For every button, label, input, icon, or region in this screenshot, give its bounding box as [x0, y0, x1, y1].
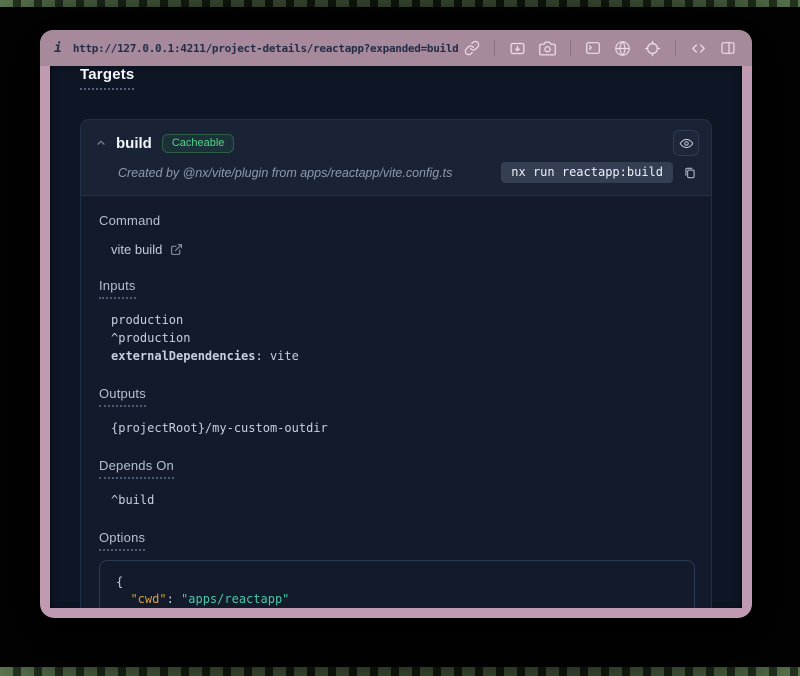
- wallpaper-edge-top: [0, 0, 800, 7]
- input-value: : vite: [256, 349, 299, 363]
- build-card-body: Command vite build Inputs production: [81, 196, 711, 608]
- browser-window: i http://127.0.0.1:4211/project-details/…: [40, 30, 752, 618]
- download-button[interactable]: [507, 38, 528, 59]
- toolbar-actions: [462, 38, 738, 59]
- options-heading: Options: [99, 530, 145, 551]
- code-button[interactable]: [688, 38, 709, 59]
- depends-on-heading: Depends On: [99, 458, 174, 479]
- project-details-page: Targets build Cacheable: [50, 66, 742, 608]
- link-icon: [464, 40, 480, 56]
- copy-command-button[interactable]: [681, 164, 699, 182]
- terminal-icon: [585, 40, 601, 56]
- eye-icon: [679, 136, 694, 151]
- input-item: production: [111, 311, 695, 329]
- crosshair-button[interactable]: [642, 38, 663, 59]
- toolbar-divider: [494, 40, 495, 56]
- options-json-block: { "cwd": "apps/reactapp" }: [99, 560, 695, 608]
- inputs-heading: Inputs: [99, 278, 136, 299]
- json-string-value: "apps/reactapp": [181, 592, 289, 606]
- copy-icon: [683, 166, 697, 180]
- inputs-section: Inputs production ^production externalDe…: [99, 277, 695, 365]
- split-view-button[interactable]: [718, 38, 738, 58]
- code-icon: [690, 40, 707, 57]
- download-icon: [509, 40, 526, 57]
- depends-on-section: Depends On ^build: [99, 457, 695, 509]
- globe-button[interactable]: [612, 38, 633, 59]
- camera-button[interactable]: [537, 38, 558, 59]
- options-section: Options { "cwd": "apps/reactapp" }: [99, 529, 695, 608]
- desktop: i http://127.0.0.1:4211/project-details/…: [0, 0, 800, 676]
- command-heading: Command: [99, 213, 160, 228]
- input-item: ^production: [111, 329, 695, 347]
- terminal-button[interactable]: [583, 38, 603, 58]
- info-icon[interactable]: i: [54, 41, 62, 56]
- wallpaper-edge-bottom: [0, 667, 800, 676]
- browser-toolbar: i http://127.0.0.1:4211/project-details/…: [40, 30, 752, 66]
- outputs-section: Outputs {projectRoot}/my-custom-outdir: [99, 385, 695, 437]
- json-key: "cwd": [130, 592, 166, 606]
- toolbar-divider: [675, 40, 676, 56]
- json-separator: :: [167, 592, 181, 606]
- nx-run-command-chip: nx run reactapp:build: [501, 162, 673, 183]
- address-bar[interactable]: http://127.0.0.1:4211/project-details/re…: [73, 42, 459, 55]
- output-item: {projectRoot}/my-custom-outdir: [111, 419, 695, 437]
- build-card-header: build Cacheable Created by @nx/vite/plug…: [81, 120, 711, 196]
- command-value: vite build: [111, 242, 162, 257]
- chevron-up-icon: [95, 137, 107, 149]
- toolbar-divider: [570, 40, 571, 56]
- external-link-icon: [170, 243, 183, 256]
- open-config-link[interactable]: [170, 243, 183, 256]
- input-key: externalDependencies: [111, 349, 256, 363]
- json-line: "cwd": "apps/reactapp": [116, 591, 678, 608]
- target-card-build: build Cacheable Created by @nx/vite/plug…: [80, 119, 712, 608]
- crosshair-icon: [644, 40, 661, 57]
- depends-on-item: ^build: [111, 491, 695, 509]
- camera-icon: [539, 40, 556, 57]
- targets-heading: Targets: [80, 66, 134, 90]
- outputs-heading: Outputs: [99, 386, 146, 407]
- cacheable-badge: Cacheable: [162, 134, 235, 153]
- link-button[interactable]: [462, 38, 482, 58]
- collapse-build-button[interactable]: [95, 137, 107, 149]
- target-name: build: [116, 135, 152, 152]
- view-target-graph-button[interactable]: [673, 130, 699, 156]
- split-view-icon: [720, 40, 736, 56]
- json-line: {: [116, 574, 678, 591]
- globe-icon: [614, 40, 631, 57]
- input-item: externalDependencies: vite: [111, 347, 695, 365]
- command-section: Command vite build: [99, 212, 695, 257]
- created-by-text: Created by @nx/vite/plugin from apps/rea…: [118, 166, 452, 180]
